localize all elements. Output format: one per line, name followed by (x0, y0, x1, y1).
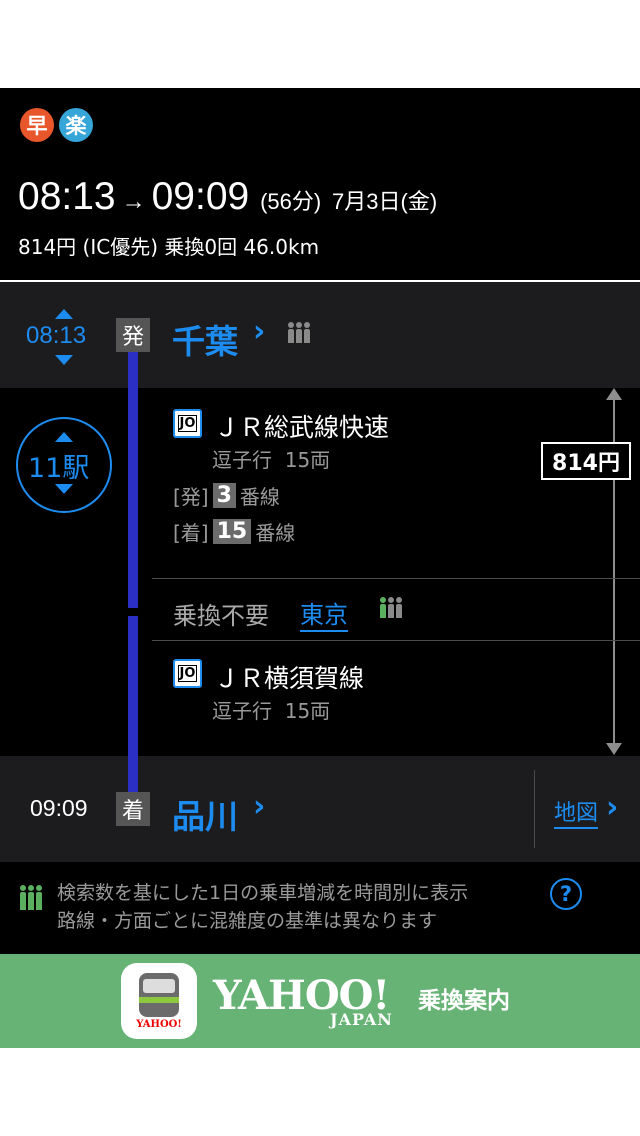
chevron-right-icon[interactable]: › (606, 790, 618, 825)
expand-up-icon (55, 432, 73, 442)
status-bar-area (0, 0, 640, 88)
arrival-time: 09:09 (30, 795, 88, 821)
help-icon[interactable]: ? (550, 878, 582, 910)
line-badge-icon: JO (173, 409, 202, 438)
line-name[interactable]: ＪＲ横須賀線 (214, 659, 364, 695)
line-name[interactable]: ＪＲ総武線快速 (214, 408, 389, 444)
crowd-icon (20, 885, 42, 910)
divider (152, 640, 640, 641)
summary-distance: 46.0km (243, 235, 320, 259)
departure-platform: [発] 3 番線 (173, 483, 280, 509)
stop-count: 11駅 (28, 453, 90, 484)
divider (534, 770, 535, 848)
yahoo-japan-text: JAPAN (330, 1010, 393, 1029)
fare-range-down-arrow (606, 743, 622, 755)
line-badge-icon: JO (173, 659, 202, 688)
departure-time[interactable]: 08:13 (26, 322, 86, 350)
icon-brand-text: YAHOO! (136, 1019, 182, 1030)
summary-fare: 814円 (IC優先) (18, 235, 158, 259)
arrival-station[interactable]: 品川 (172, 790, 238, 838)
arrival-tag: 着 (116, 792, 150, 826)
fare-total: 814円 (541, 442, 631, 480)
arrival-platform: [着] 15 番線 (173, 519, 296, 545)
route-line-bar (128, 352, 138, 608)
transfer-label: 乗換不要 (173, 602, 269, 630)
crowd-icon[interactable] (288, 322, 310, 343)
legend-text-2: 路線・方面ごとに混雑度の基準は異なります (57, 910, 438, 932)
app-icon[interactable]: YAHOO! (121, 963, 197, 1039)
departure-tag: 発 (116, 318, 150, 352)
chevron-right-icon[interactable]: › (253, 789, 265, 824)
crowd-icon[interactable] (380, 597, 402, 618)
line-direction: 逗子行 15両 (212, 448, 331, 472)
legend-text-1: 検索数を基にした1日の乗車増減を時間別に表示 (57, 882, 469, 904)
chevron-right-icon[interactable]: › (253, 314, 265, 349)
departure-row (0, 282, 640, 388)
route-info: 814円 (IC優先) 乗換0回 46.0km (18, 231, 319, 260)
app-name: 乗換案内 (418, 988, 510, 1014)
divider (152, 578, 640, 579)
easiest-badge: 楽 (59, 108, 93, 142)
time-up-icon[interactable] (55, 309, 73, 319)
time-down-icon[interactable] (55, 355, 73, 365)
transfer-station-link[interactable]: 東京 (300, 595, 348, 632)
summary-date: 7月3日(金) (332, 189, 438, 214)
departure-station[interactable]: 千葉 (172, 315, 238, 363)
bottom-area (0, 1048, 640, 1136)
arrival-row (0, 756, 640, 862)
summary-depart-time: 08:13 (18, 175, 116, 218)
summary-transfers: 乗換0回 (164, 235, 238, 259)
expand-down-icon (55, 484, 73, 494)
route-line-bar (128, 756, 138, 796)
summary-arrive-time: 09:09 (151, 175, 250, 218)
line-direction: 逗子行 15両 (212, 699, 331, 723)
summary-duration: (56分) (260, 189, 322, 214)
fastest-badge: 早 (20, 108, 54, 142)
arrow-icon: → (121, 188, 146, 215)
map-link[interactable]: 地図 (554, 795, 599, 829)
route-times: 08:13 → 09:09 (56分) 7月3日(金) (18, 175, 437, 219)
